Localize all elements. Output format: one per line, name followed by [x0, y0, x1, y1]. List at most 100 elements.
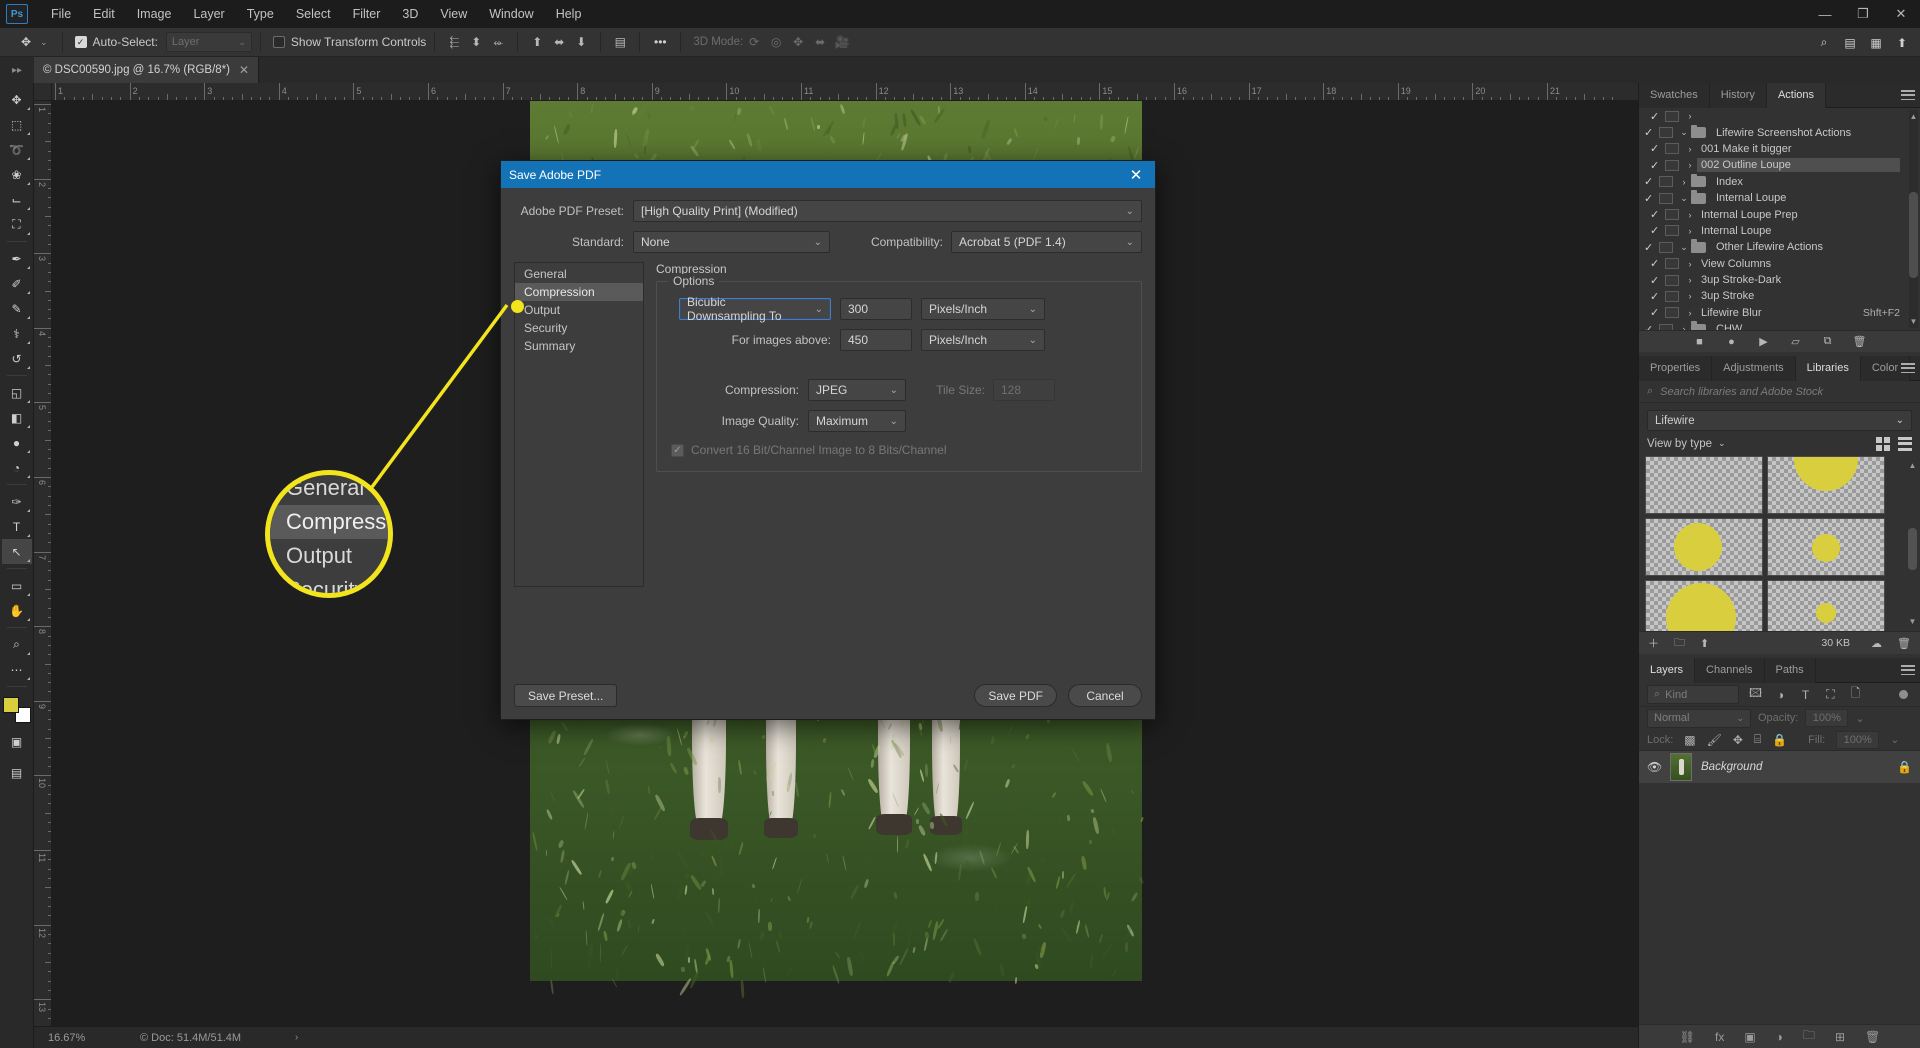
search-icon[interactable]: ⌕ [1812, 32, 1836, 54]
libraries-search-row[interactable]: ⌕ Search libraries and Adobe Stock [1639, 381, 1920, 403]
menu-image[interactable]: Image [126, 0, 183, 28]
auto-select-scope-dropdown[interactable]: Layer ⌄ [165, 32, 252, 52]
action-dialog-toggle[interactable] [1665, 159, 1679, 171]
eyedropper-tool-icon[interactable]: ✒ [2, 246, 32, 271]
lock-position-icon[interactable]: ✥ [1733, 733, 1743, 747]
screen-mode-icon[interactable]: ▤ [2, 760, 32, 785]
stop-playing-button[interactable]: ■ [1692, 334, 1707, 349]
scroll-up-icon[interactable]: ▲ [1908, 460, 1917, 471]
workspace-switcher-icon[interactable]: ▦ [1864, 32, 1888, 54]
menu-help[interactable]: Help [545, 0, 593, 28]
frame-tool-icon[interactable]: ⛶ [2, 212, 32, 237]
quick-selection-tool-icon[interactable]: ❀ [2, 162, 32, 187]
lasso-tool-icon[interactable]: ➰ [2, 137, 32, 162]
action-enabled-check-icon[interactable]: ✓ [1650, 306, 1665, 319]
action-dialog-toggle[interactable] [1665, 209, 1679, 221]
status-expand-icon[interactable]: › [295, 1032, 298, 1043]
action-enabled-check-icon[interactable]: ✓ [1650, 290, 1665, 303]
dodge-tool-icon[interactable]: ◔ [2, 455, 32, 480]
for-images-above-input[interactable]: 450 [840, 329, 912, 351]
action-enabled-check-icon[interactable]: ✓ [1644, 175, 1659, 188]
action-enabled-check-icon[interactable]: ✓ [1644, 126, 1659, 139]
share-icon[interactable]: ⬆ [1890, 32, 1914, 54]
crop-tool-icon[interactable]: ⌙ [2, 187, 32, 212]
tool-preset-chevron-icon[interactable]: ⌄ [40, 37, 48, 48]
layer-name[interactable]: Background [1701, 761, 1888, 773]
action-row[interactable]: ✓ › View Columns [1645, 256, 1920, 272]
panel-menu-icon[interactable] [1901, 88, 1915, 102]
menu-filter[interactable]: Filter [342, 0, 392, 28]
chevron-down-icon[interactable]: ⌄ [1677, 127, 1691, 138]
upload-icon[interactable]: ⬆ [1700, 637, 1709, 650]
action-row[interactable]: ✓ › Internal Loupe [1645, 223, 1920, 239]
filter-pixel-layers-icon[interactable]: 🖾 [1747, 684, 1764, 705]
3d-camera-icon[interactable]: 🎥 [831, 31, 853, 53]
libraries-search-input[interactable]: Search libraries and Adobe Stock [1660, 386, 1823, 398]
library-asset-thumbnail[interactable] [1645, 580, 1763, 631]
adjustment-layer-icon[interactable]: ◑ [1776, 1030, 1783, 1044]
brush-tool-icon[interactable]: ✎ [2, 296, 32, 321]
create-new-set-button[interactable]: ▱ [1788, 334, 1803, 349]
fx-icon[interactable]: fx [1715, 1030, 1724, 1044]
compression-dropdown[interactable]: JPEG ⌄ [808, 379, 906, 401]
align-right-edges-icon[interactable]: ⬰ [487, 31, 509, 53]
action-row[interactable]: ✓ › [1645, 108, 1920, 124]
menu-file[interactable]: File [40, 0, 82, 28]
panel-menu-icon[interactable] [1901, 361, 1915, 375]
action-enabled-check-icon[interactable]: ✓ [1644, 241, 1659, 254]
close-button[interactable]: ✕ [1882, 0, 1920, 28]
cancel-button[interactable]: Cancel [1068, 684, 1142, 707]
3d-slide-icon[interactable]: ⬌ [809, 31, 831, 53]
tab-history[interactable]: History [1709, 83, 1767, 108]
play-selection-button[interactable]: ▶ [1756, 334, 1771, 349]
action-row[interactable]: ✓ › 3up Stroke-Dark [1645, 272, 1920, 288]
3d-rotate-icon[interactable]: ⟳ [743, 31, 765, 53]
tab-libraries[interactable]: Libraries [1795, 356, 1861, 381]
scroll-down-icon[interactable]: ▼ [1909, 316, 1918, 327]
library-asset-thumbnail[interactable] [1767, 580, 1885, 631]
filter-shape-layers-icon[interactable]: ⛶ [1822, 687, 1839, 702]
add-mask-icon[interactable]: ▣ [1744, 1030, 1755, 1044]
align-left-edges-icon[interactable]: ⬱ [443, 31, 465, 53]
auto-select-checkbox[interactable]: ✓ Auto-Select: [74, 35, 158, 49]
action-enabled-check-icon[interactable]: ✓ [1650, 257, 1665, 270]
align-vertical-centers-icon[interactable]: ⬌ [548, 31, 570, 53]
hand-tool-icon[interactable]: ✋ [2, 598, 32, 623]
distribute-icon[interactable]: ▤ [609, 31, 631, 53]
image-quality-dropdown[interactable]: Maximum ⌄ [808, 410, 906, 432]
zoom-tool-icon[interactable]: ⌕ [2, 632, 32, 657]
nav-item-summary[interactable]: Summary [515, 337, 643, 355]
rectangle-tool-icon[interactable]: ▭ [2, 573, 32, 598]
action-dialog-toggle[interactable] [1659, 192, 1673, 204]
library-asset-thumbnail[interactable] [1645, 518, 1763, 576]
scroll-down-icon[interactable]: ▼ [1908, 616, 1917, 627]
library-asset-thumbnail[interactable] [1767, 518, 1885, 576]
library-selector-dropdown[interactable]: Lifewire ⌄ [1647, 410, 1912, 431]
actions-list[interactable]: ✓ › ✓ ⌄ Lifewire Screenshot Actions ✓ › 001 Mak… [1639, 108, 1920, 330]
zoom-level[interactable]: 16.67% [34, 1032, 110, 1044]
maximize-button[interactable]: ❐ [1844, 0, 1882, 28]
menu-3d[interactable]: 3D [391, 0, 429, 28]
tab-actions[interactable]: Actions [1766, 83, 1827, 108]
new-group-icon[interactable]: 🗀 [1803, 1026, 1815, 1047]
cloud-icon[interactable]: ☁ [1871, 637, 1882, 650]
arrange-documents-icon[interactable]: ▤ [1838, 32, 1862, 54]
begin-recording-button[interactable]: ● [1724, 334, 1739, 349]
new-group-icon[interactable]: 🗀 [1674, 634, 1685, 653]
close-icon[interactable]: ✕ [1125, 166, 1147, 184]
action-enabled-check-icon[interactable]: ✓ [1650, 274, 1665, 287]
action-dialog-toggle[interactable] [1659, 241, 1673, 253]
more-options-button[interactable]: ••• [648, 31, 672, 53]
spot-healing-brush-tool-icon[interactable]: ✐ [2, 271, 32, 296]
opacity-stepper-icon[interactable]: ⌄ [1855, 712, 1864, 725]
type-tool-icon[interactable]: T [2, 514, 32, 539]
list-view-icon[interactable] [1898, 436, 1912, 451]
tab-layers[interactable]: Layers [1639, 658, 1696, 683]
add-icon[interactable]: ＋ [1648, 635, 1659, 651]
3d-roll-icon[interactable]: ◎ [765, 31, 787, 53]
blend-mode-dropdown[interactable]: Normal ⌄ [1647, 708, 1751, 728]
tab-adjustments[interactable]: Adjustments [1712, 356, 1796, 381]
action-row[interactable]: ✓ › Internal Loupe Prep [1645, 206, 1920, 222]
action-row[interactable]: ✓ ⌄ Other Lifewire Actions [1639, 239, 1920, 255]
action-dialog-toggle[interactable] [1659, 323, 1673, 330]
